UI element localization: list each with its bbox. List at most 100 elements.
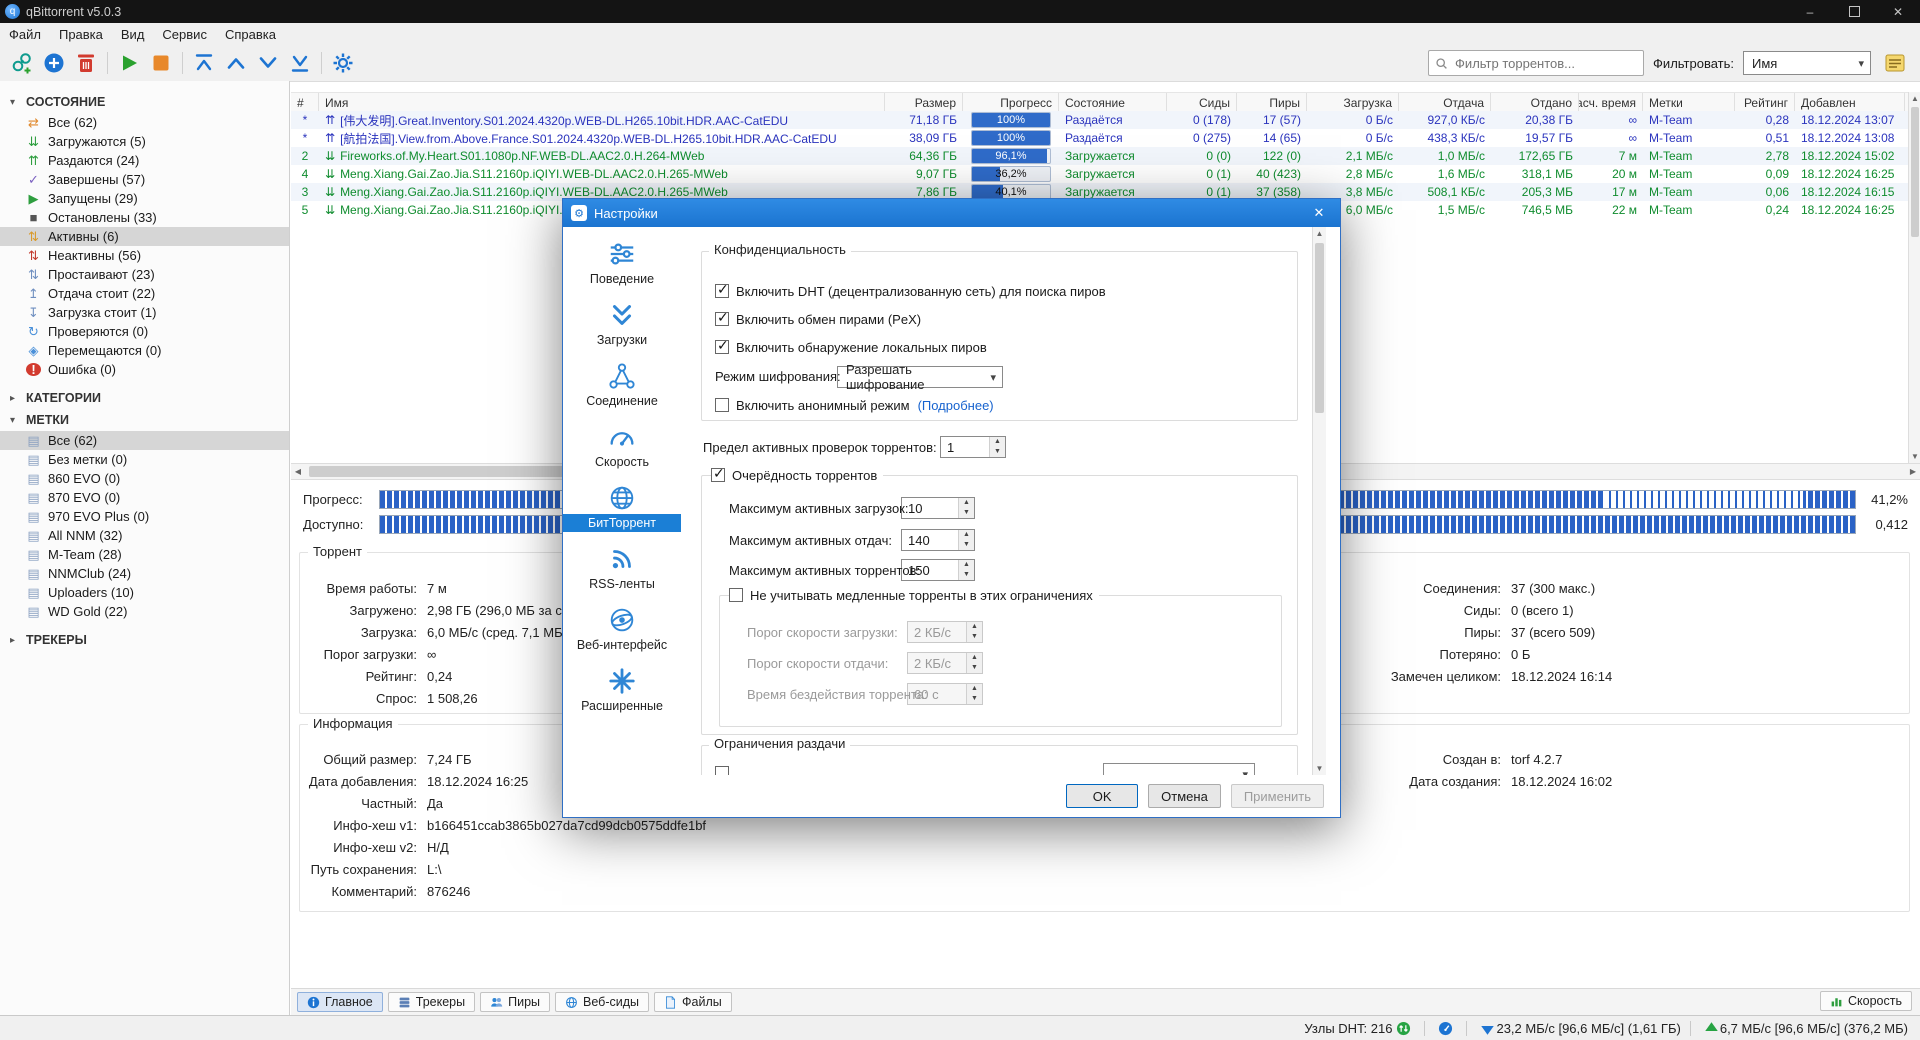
tab-peers[interactable]: Пиры	[480, 992, 551, 1012]
sidebar-item-0-6[interactable]: ⇅ Активны (6)	[0, 227, 289, 246]
spin-up-icon[interactable]: ▲	[967, 622, 982, 632]
scroll-up-icon[interactable]: ▲	[1313, 227, 1326, 240]
slow-field-1-spinbox[interactable]: 2 КБ/с ▲ ▼	[907, 652, 983, 674]
spin-up-icon[interactable]: ▲	[959, 560, 974, 570]
minimize-button[interactable]: –	[1788, 0, 1832, 23]
table-row[interactable]: 2 ⇊ Fireworks.of.My.Heart.S01.1080p.NF.WEB…	[291, 147, 1908, 165]
checkbox[interactable]	[715, 309, 729, 326]
column-header-4[interactable]: Состояние	[1059, 93, 1167, 112]
settings-nav-connection[interactable]: Соединение	[563, 361, 681, 422]
resume-button[interactable]	[114, 49, 144, 77]
spin-down-icon[interactable]: ▼	[959, 540, 974, 550]
trackers-section-header[interactable]: ▸ ТРЕКЕРЫ	[0, 629, 289, 651]
sidebar-item-2-3[interactable]: ▤ 870 EVO (0)	[0, 488, 289, 507]
maximize-button[interactable]	[1832, 0, 1876, 23]
sidebar-item-0-2[interactable]: ⇈ Раздаются (24)	[0, 151, 289, 170]
sidebar-item-2-6[interactable]: ▤ M-Team (28)	[0, 545, 289, 564]
table-row[interactable]: * ⇈ [伟大发明].Great.Inventory.S01.2024.4320p.…	[291, 111, 1908, 129]
scroll-down-icon[interactable]: ▼	[1313, 762, 1326, 775]
scroll-left-icon[interactable]: ◀	[291, 467, 305, 476]
search-input[interactable]	[1453, 54, 1638, 72]
share-limit-checkbox[interactable]	[715, 766, 729, 775]
anonymous-mode-checkbox[interactable]	[715, 398, 729, 412]
connection-status-icon[interactable]	[1396, 1021, 1411, 1036]
spin-up-icon[interactable]: ▲	[959, 530, 974, 540]
column-header-10[interactable]: Расч. время	[1579, 93, 1643, 112]
encryption-mode-select[interactable]: Разрешать шифрование	[837, 362, 1003, 392]
sidebar-item-0-5[interactable]: ■ Остановлены (33)	[0, 208, 289, 227]
column-header-9[interactable]: Отдано	[1491, 93, 1579, 112]
tab-info[interactable]: Главное	[297, 992, 383, 1012]
column-header-2[interactable]: Размер	[885, 93, 963, 112]
spin-down-icon[interactable]: ▼	[967, 632, 982, 642]
speed-limits-icon[interactable]	[1438, 1021, 1453, 1036]
share-limit-row[interactable]	[715, 763, 736, 775]
sidebar-item-2-7[interactable]: ▤ NNMClub (24)	[0, 564, 289, 583]
status-section-header[interactable]: ▾ СОСТОЯНИЕ	[0, 91, 289, 113]
execution-log-icon[interactable]	[1881, 49, 1907, 77]
cancel-button[interactable]: Отмена	[1148, 784, 1221, 808]
menu-item-1[interactable]: Правка	[50, 25, 112, 44]
menu-item-0[interactable]: Файл	[0, 25, 50, 44]
settings-nav-webui[interactable]: Веб-интерфейс	[563, 605, 681, 666]
slow-field-0-spinbox[interactable]: 2 КБ/с ▲ ▼	[907, 621, 983, 643]
privacy-checkbox-row[interactable]: Включить DHT (децентрализованную сеть) д…	[715, 281, 1106, 301]
add-torrent-button[interactable]	[39, 49, 69, 77]
tab-webseeds[interactable]: Веб-сиды	[555, 992, 649, 1012]
sidebar-item-0-13[interactable]: ! Ошибка (0)	[0, 360, 289, 379]
column-header-13[interactable]: Добавлен	[1795, 93, 1905, 112]
settings-nav-speed[interactable]: Скорость	[563, 422, 681, 483]
spin-down-icon[interactable]: ▼	[959, 570, 974, 580]
privacy-checkbox-row[interactable]: Включить обнаружение локальных пиров	[715, 337, 987, 357]
sidebar-item-2-9[interactable]: ▤ WD Gold (22)	[0, 602, 289, 621]
sidebar-item-0-4[interactable]: ▶ Запущены (29)	[0, 189, 289, 208]
queueing-checkbox[interactable]	[711, 465, 725, 482]
sidebar-item-0-9[interactable]: ↥ Отдача стоит (22)	[0, 284, 289, 303]
checkbox[interactable]	[715, 281, 729, 298]
tab-trackers[interactable]: Трекеры	[387, 992, 476, 1012]
table-row[interactable]: * ⇈ [航拍法国].View.from.Above.France.S01.2024…	[291, 129, 1908, 147]
sidebar-item-2-5[interactable]: ▤ All NNM (32)	[0, 526, 289, 545]
column-header-8[interactable]: Отдача	[1399, 93, 1491, 112]
sidebar-item-0-10[interactable]: ↧ Загрузка стоит (1)	[0, 303, 289, 322]
sidebar-item-2-2[interactable]: ▤ 860 EVO (0)	[0, 469, 289, 488]
queue-field-1-spinbox[interactable]: 140 ▲ ▼	[901, 529, 975, 551]
menu-item-2[interactable]: Вид	[112, 25, 154, 44]
spin-up-icon[interactable]: ▲	[967, 684, 982, 694]
column-header-5[interactable]: Сиды	[1167, 93, 1237, 112]
column-header-12[interactable]: Рейтинг	[1735, 93, 1795, 112]
sidebar-item-2-8[interactable]: ▤ Uploaders (10)	[0, 583, 289, 602]
filter-by-select[interactable]: Имя	[1743, 51, 1871, 75]
settings-nav-rss[interactable]: RSS-ленты	[563, 544, 681, 605]
settings-scrollbar[interactable]: ▲ ▼	[1312, 227, 1326, 775]
vertical-scrollbar[interactable]: ▲ ▼	[1908, 92, 1920, 463]
spin-up-icon[interactable]: ▲	[959, 498, 974, 508]
settings-button[interactable]	[328, 49, 358, 77]
settings-nav-behavior[interactable]: Поведение	[563, 239, 681, 300]
column-header-7[interactable]: Загрузка	[1307, 93, 1399, 112]
sidebar-item-2-1[interactable]: ▤ Без метки (0)	[0, 450, 289, 469]
max-checking-spinbox[interactable]: 1 ▲ ▼	[940, 436, 1006, 458]
sidebar-item-0-1[interactable]: ⇊ Загружаются (5)	[0, 132, 289, 151]
column-header-3[interactable]: Прогресс	[963, 93, 1059, 112]
scroll-up-icon[interactable]: ▲	[1909, 92, 1920, 105]
column-header-6[interactable]: Пиры	[1237, 93, 1307, 112]
move-down-button[interactable]	[253, 49, 283, 77]
apply-button[interactable]: Применить	[1230, 784, 1324, 808]
slow-torrents-checkbox[interactable]	[729, 588, 743, 602]
dialog-close-icon[interactable]: ✕	[1298, 199, 1340, 227]
settings-nav-downloads[interactable]: Загрузки	[563, 300, 681, 361]
speed-graph-button[interactable]: Скорость	[1820, 991, 1912, 1011]
column-header-0[interactable]: #	[291, 93, 319, 112]
add-link-button[interactable]	[7, 49, 37, 77]
categories-section-header[interactable]: ▸ КАТЕГОРИИ	[0, 387, 289, 409]
spin-up-icon[interactable]: ▲	[967, 653, 982, 663]
share-limit-select[interactable]	[1103, 763, 1255, 775]
anonymous-more-link[interactable]: (Подробнее)	[918, 398, 994, 413]
column-header-1[interactable]: Имя	[319, 93, 885, 112]
anonymous-mode-row[interactable]: Включить анонимный режим (Подробнее)	[715, 395, 994, 415]
scroll-right-icon[interactable]: ▶	[1906, 467, 1920, 476]
queueing-checkbox-row[interactable]: Очерёдность торрентов	[711, 465, 884, 485]
menu-item-3[interactable]: Сервис	[153, 25, 216, 44]
sidebar-item-0-7[interactable]: ⇅ Неактивны (56)	[0, 246, 289, 265]
